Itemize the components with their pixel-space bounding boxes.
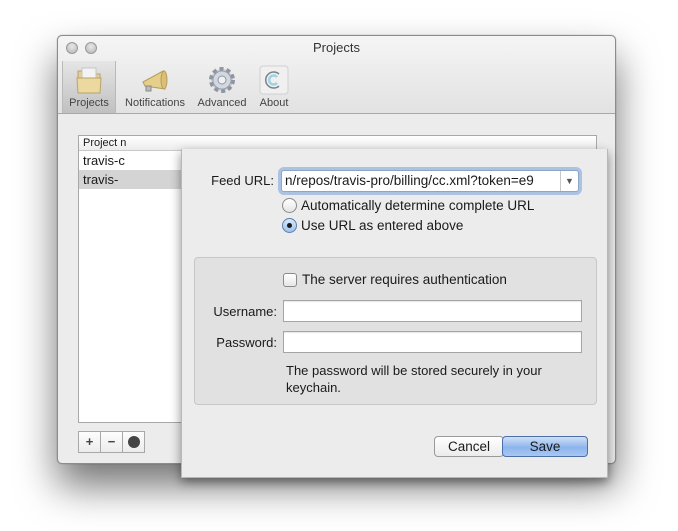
radio-button-selected[interactable] — [282, 218, 297, 233]
feed-url-input[interactable]: n/repos/travis-pro/billing/cc.xml?token=… — [285, 173, 558, 188]
radio-auto-url-label: Automatically determine complete URL — [301, 198, 535, 213]
tab-projects[interactable]: Projects — [62, 61, 116, 113]
action-icon — [127, 436, 140, 448]
edit-project-sheet: Feed URL: n/repos/travis-pro/billing/cc.… — [181, 149, 608, 478]
project-name: travis- — [83, 172, 119, 187]
chevron-down-icon[interactable]: ▼ — [560, 171, 578, 191]
username-label: Username: — [213, 304, 277, 319]
password-label: Password: — [216, 335, 277, 350]
username-field[interactable] — [283, 300, 582, 322]
tab-about-label: About — [259, 97, 289, 109]
title-toolbar: Projects Projects Notifications Advanced… — [58, 36, 615, 114]
remove-project-button[interactable]: − — [100, 431, 123, 453]
auth-checkbox[interactable]: The server requires authentication — [283, 272, 507, 287]
tab-advanced-label: Advanced — [197, 97, 247, 109]
project-name: travis-c — [83, 153, 125, 168]
action-menu-button[interactable] — [122, 431, 145, 453]
about-c-icon — [259, 65, 289, 95]
preferences-window: Projects Projects Notifications Advanced… — [57, 35, 616, 478]
tab-advanced[interactable]: Advanced — [194, 61, 250, 113]
radio-use-url[interactable]: Use URL as entered above — [282, 218, 463, 233]
tab-notifications-label: Notifications — [125, 97, 185, 109]
cancel-button[interactable]: Cancel — [434, 436, 504, 457]
feed-url-label: Feed URL: — [211, 173, 274, 188]
radio-auto-url[interactable]: Automatically determine complete URL — [282, 198, 534, 213]
tab-notifications[interactable]: Notifications — [118, 61, 192, 113]
tab-projects-label: Projects — [69, 97, 109, 109]
feed-url-combobox[interactable]: n/repos/travis-pro/billing/cc.xml?token=… — [281, 170, 579, 192]
auth-checkbox-label: The server requires authentication — [302, 272, 507, 287]
window-title: Projects — [313, 40, 360, 55]
tab-about[interactable]: About — [252, 61, 296, 113]
table-button-bar: + − — [78, 431, 145, 453]
radio-use-url-label: Use URL as entered above — [301, 218, 464, 233]
folder-icon — [76, 67, 102, 94]
password-field[interactable] — [283, 331, 582, 353]
add-project-button[interactable]: + — [78, 431, 101, 453]
save-button[interactable]: Save — [502, 436, 588, 457]
checkbox[interactable] — [283, 272, 297, 287]
keychain-note: The password will be stored securely in … — [286, 363, 542, 395]
gear-icon — [209, 67, 235, 93]
radio-button[interactable] — [282, 198, 297, 213]
megaphone-icon — [142, 70, 168, 92]
authentication-group: The server requires authentication Usern… — [194, 257, 597, 405]
